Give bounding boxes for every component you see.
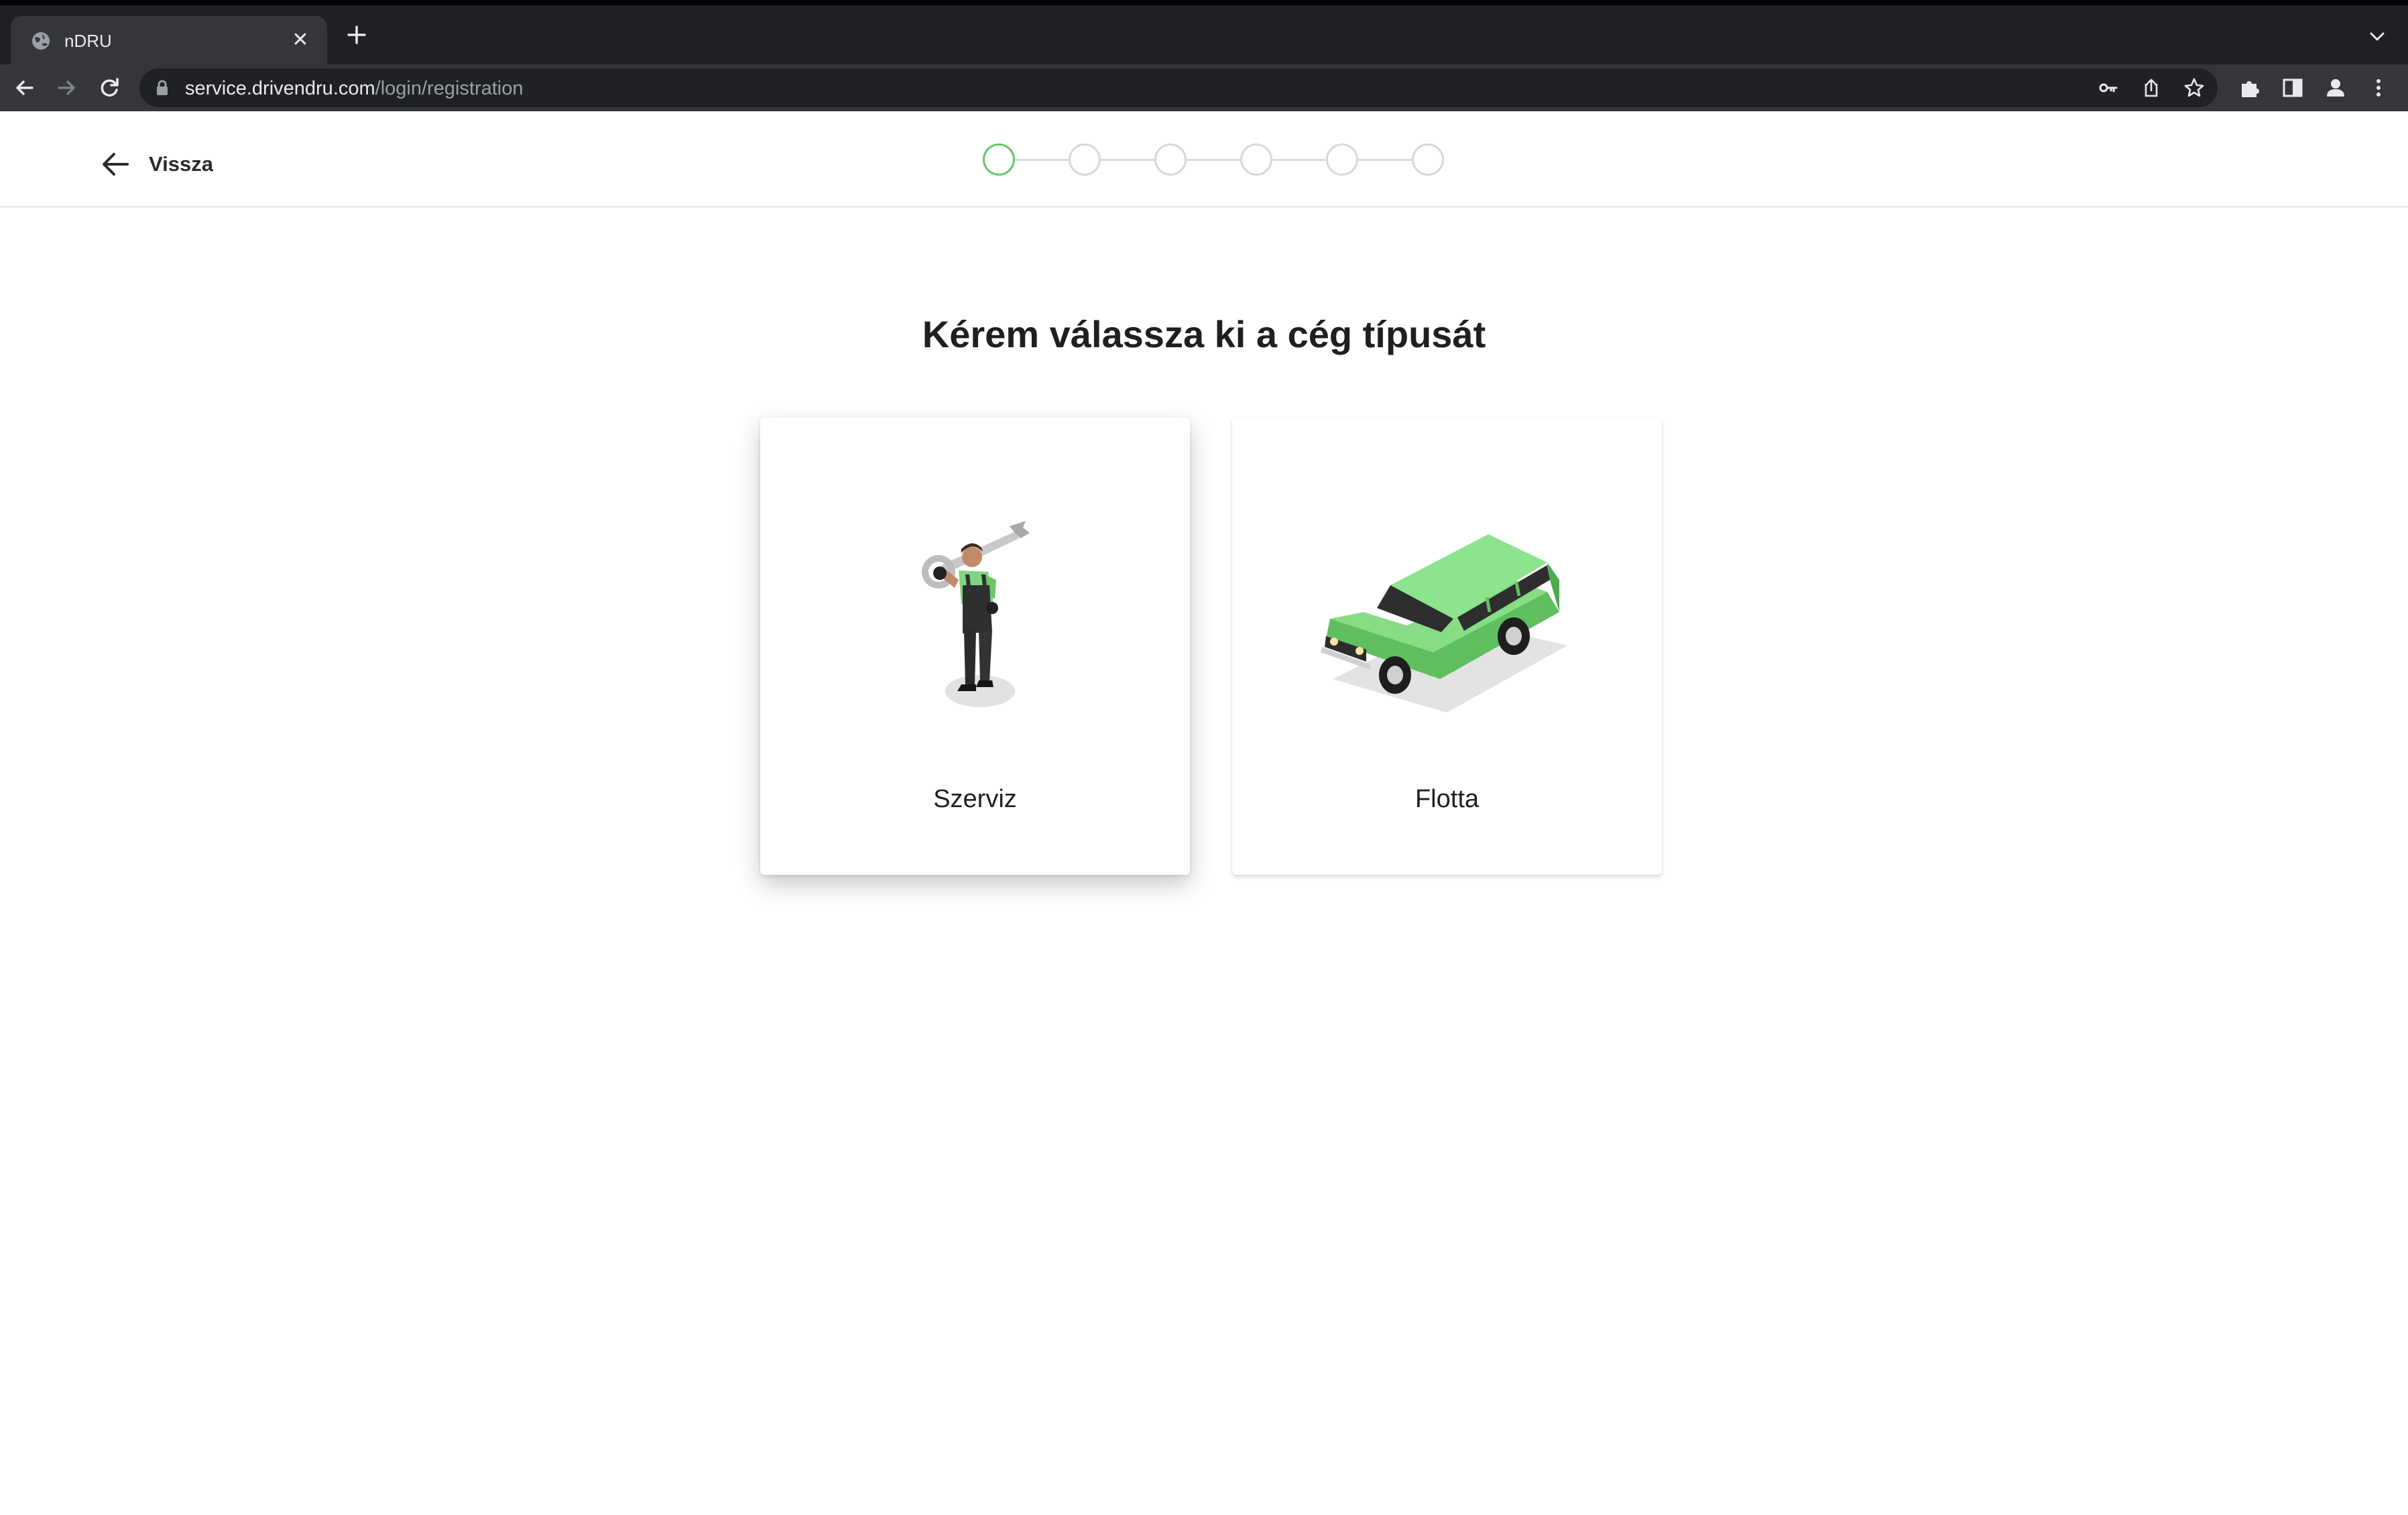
forward-arrow-icon[interactable] [52, 74, 80, 102]
option-label: Szerviz [933, 785, 1017, 813]
mechanic-illustration-icon [922, 521, 1030, 707]
window-edge [0, 0, 2408, 5]
back-label: Vissza [149, 152, 213, 176]
lock-icon[interactable] [156, 80, 169, 96]
share-icon[interactable] [2140, 76, 2163, 99]
step-connector [1187, 159, 1240, 161]
browser-toolbar: service.drivendru.com/login/registration [0, 64, 2408, 111]
browser-tab-strip: nDRU ✕ [0, 0, 2408, 64]
step-4 [1240, 143, 1272, 176]
menu-kebab-icon[interactable] [2366, 76, 2391, 100]
step-connector [1358, 159, 1412, 161]
car-illustration-icon [1321, 534, 1567, 713]
new-tab-icon[interactable] [343, 21, 370, 48]
step-connector [1101, 159, 1154, 161]
side-panel-icon[interactable] [2281, 76, 2305, 100]
step-connector [1272, 159, 1326, 161]
step-5 [1326, 143, 1358, 176]
address-bar[interactable]: service.drivendru.com/login/registration [139, 68, 2218, 107]
close-tab-icon[interactable]: ✕ [286, 25, 315, 55]
page-title: Kérem válassza ki a cég típusát [922, 313, 1486, 355]
option-card-flotta[interactable]: Flotta [1232, 418, 1662, 875]
profile-icon[interactable] [2324, 76, 2348, 100]
chevron-down-icon[interactable] [2365, 24, 2389, 48]
key-icon[interactable] [2097, 76, 2120, 99]
step-1 [983, 143, 1015, 176]
step-6 [1412, 143, 1444, 176]
step-connector [1015, 159, 1069, 161]
url-text: service.drivendru.com/login/registration [185, 78, 524, 100]
tab-title: nDRU [64, 31, 112, 51]
reload-icon[interactable] [95, 74, 123, 102]
option-label: Flotta [1414, 785, 1480, 813]
option-card-szerviz[interactable]: Szerviz [760, 418, 1190, 875]
registration-header: Vissza [0, 111, 2408, 208]
step-2 [1069, 143, 1101, 176]
globe-icon [32, 32, 50, 50]
back-arrow-icon[interactable] [11, 74, 39, 102]
arrow-left-icon [103, 153, 129, 176]
bookmark-star-icon[interactable] [2183, 76, 2206, 99]
extensions-icon[interactable] [2238, 76, 2262, 100]
back-button[interactable]: Vissza [99, 147, 213, 181]
browser-tab[interactable]: nDRU ✕ [11, 16, 327, 64]
registration-stepper [983, 143, 1445, 177]
url-path: /login/registration [375, 78, 524, 99]
url-host: service.drivendru.com [185, 78, 375, 99]
step-3 [1154, 143, 1187, 176]
